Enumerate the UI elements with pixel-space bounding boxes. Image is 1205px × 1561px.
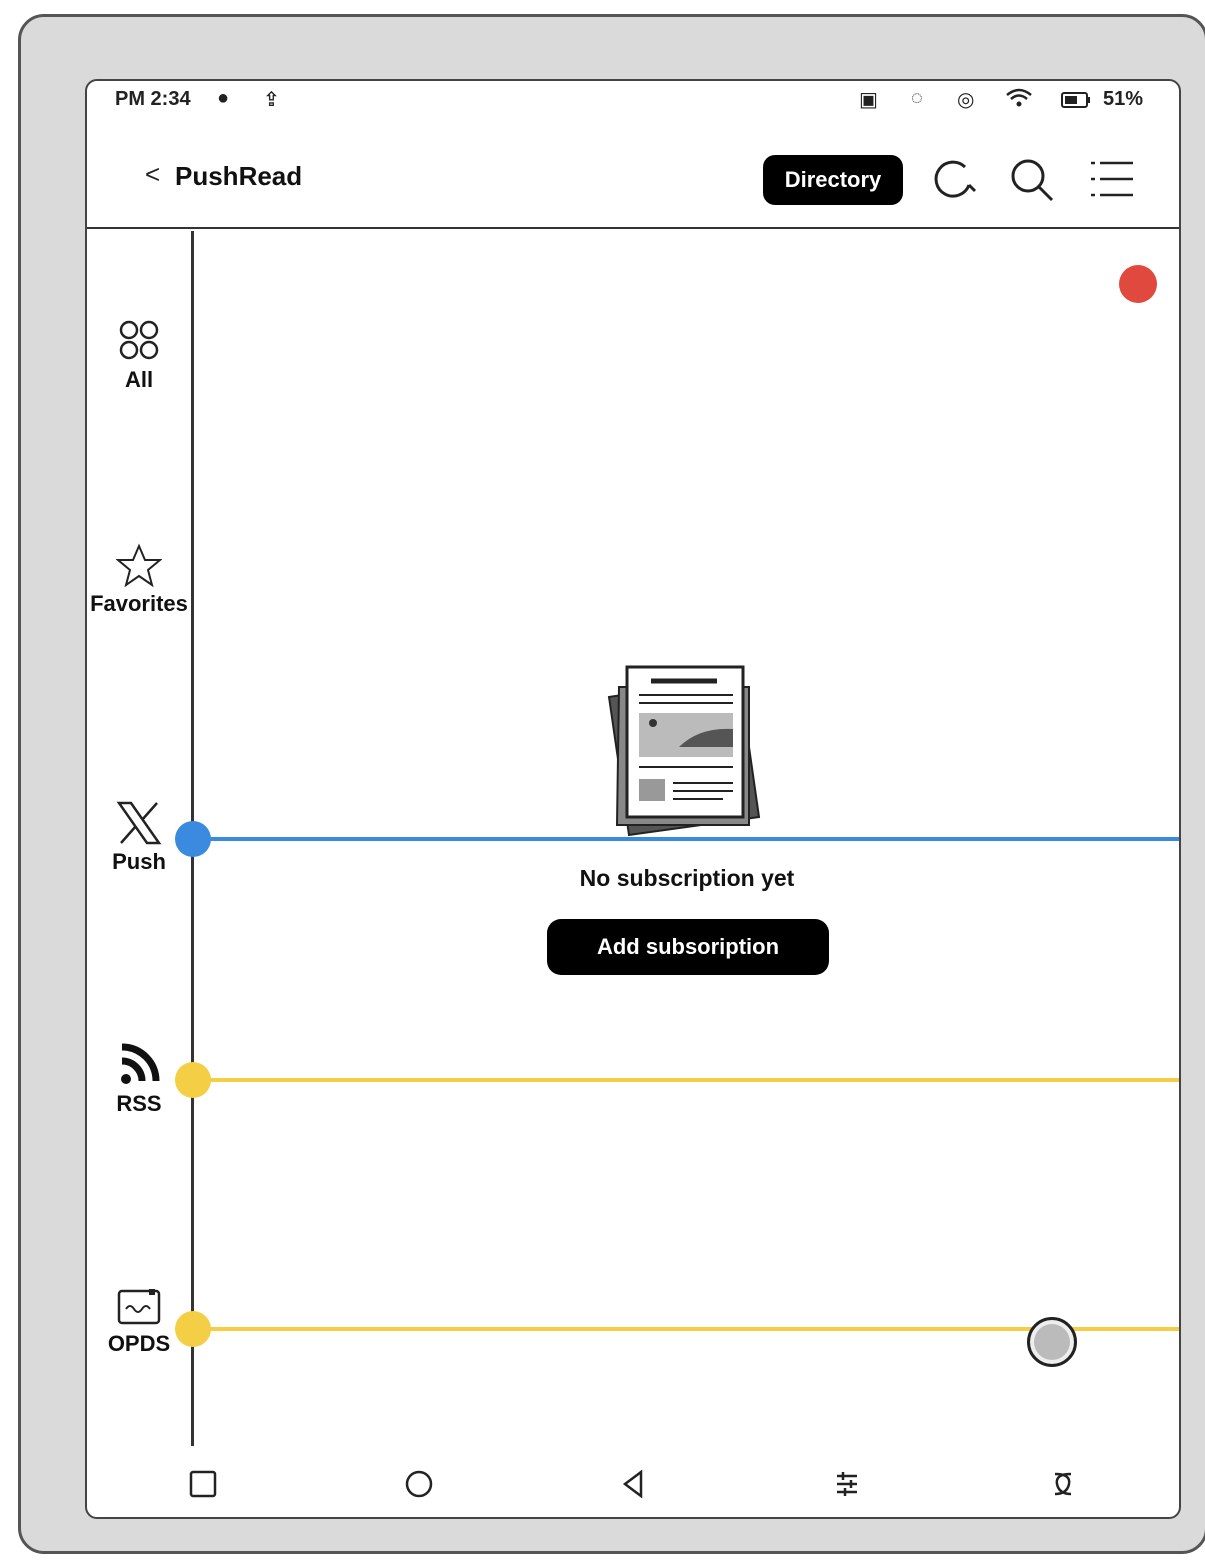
floating-action-button[interactable] [1027, 1317, 1077, 1367]
recent-apps-icon[interactable] [185, 1466, 221, 1502]
app-header: < PushRead Directory [87, 121, 1179, 229]
device-frame: PM 2:34 ● ⇪ ▣ ◌ ◎ 51% < PushRead Directo… [18, 14, 1205, 1554]
sidebar-item-label: OPDS [107, 1331, 171, 1356]
star-icon [116, 543, 162, 587]
sidebar-item-label: Favorites [90, 591, 188, 616]
gesture-icon[interactable] [1045, 1466, 1081, 1502]
status-time: PM 2:34 [115, 88, 191, 110]
battery-level: 51% [1102, 88, 1143, 110]
screenshot-icon: ▣ [859, 89, 878, 111]
newspaper-icon [607, 665, 761, 837]
notification-icon: ● [217, 87, 230, 109]
home-icon[interactable] [401, 1466, 437, 1502]
sidebar-item-label: RSS [116, 1091, 162, 1116]
battery-icon [1061, 91, 1091, 114]
empty-state-message: No subscription yet [579, 865, 795, 891]
red-badge[interactable] [1119, 265, 1157, 303]
yellow-marker-line-rss [193, 1078, 1179, 1082]
sidebar-item-all[interactable]: All [87, 317, 191, 395]
sidebar-item-label: Push [112, 849, 166, 874]
search-icon[interactable] [1007, 155, 1057, 205]
refresh-icon[interactable] [929, 155, 979, 205]
blue-marker-line [193, 837, 1179, 841]
clock-icon: ◎ [957, 89, 975, 111]
back-chevron-icon[interactable]: < [145, 159, 160, 190]
four-circles-icon [119, 320, 159, 360]
page-title[interactable]: PushRead [175, 161, 302, 192]
add-subscription-button[interactable]: Add subsoription [547, 919, 829, 975]
settings-sliders-icon[interactable] [829, 1466, 865, 1502]
sidebar-item-label: All [124, 367, 154, 392]
system-nav-bar [87, 1446, 1179, 1517]
yellow-marker-dot-opds [175, 1311, 211, 1347]
opds-icon [117, 1289, 161, 1325]
wifi-icon [1005, 87, 1033, 115]
screen: PM 2:34 ● ⇪ ▣ ◌ ◎ 51% < PushRead Directo… [85, 79, 1181, 1519]
blue-marker-dot [175, 821, 211, 857]
rss-icon [121, 1043, 160, 1084]
directory-button[interactable]: Directory [763, 155, 903, 205]
yellow-marker-dot-rss [175, 1062, 211, 1098]
sync-icon: ◌ [911, 87, 923, 109]
upload-icon: ⇪ [263, 89, 280, 111]
x-logo-icon [116, 801, 162, 845]
sidebar-item-favorites[interactable]: Favorites [87, 543, 191, 619]
back-icon[interactable] [615, 1466, 651, 1502]
menu-list-icon[interactable] [1087, 155, 1137, 205]
status-bar: PM 2:34 ● ⇪ ▣ ◌ ◎ 51% [87, 81, 1179, 121]
